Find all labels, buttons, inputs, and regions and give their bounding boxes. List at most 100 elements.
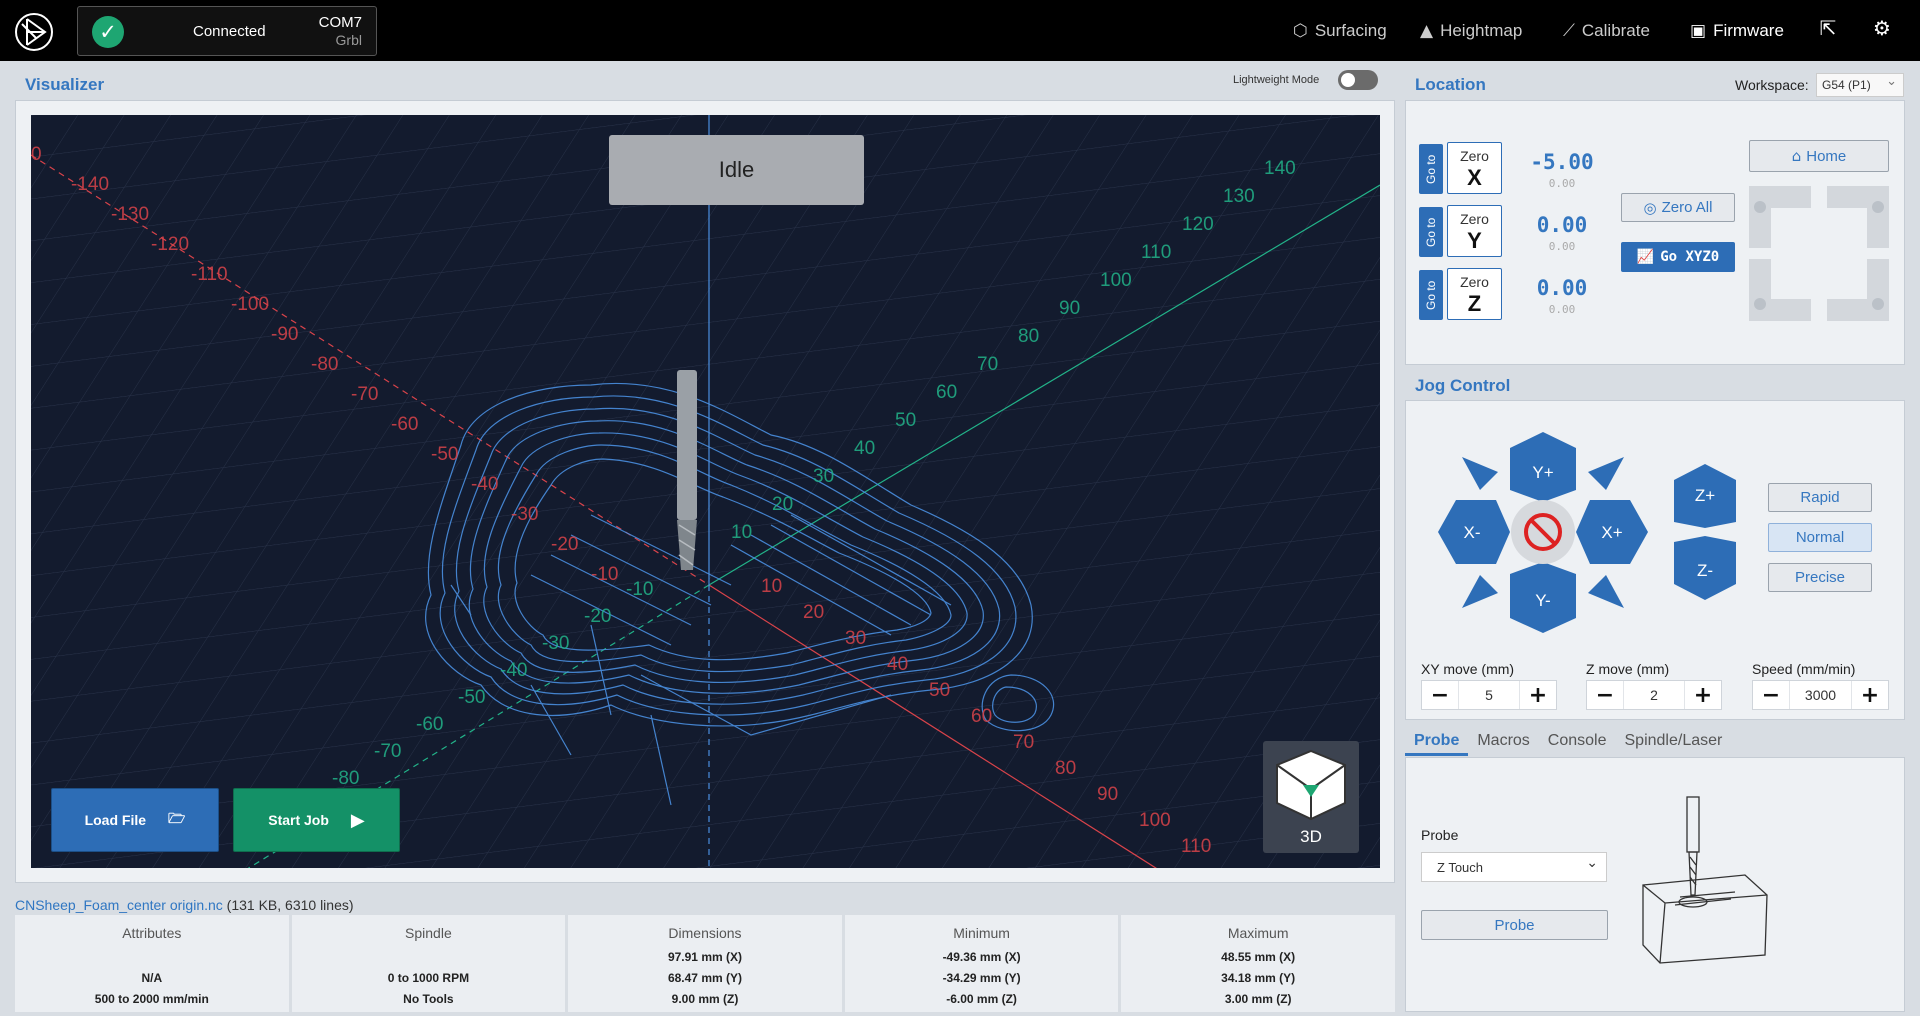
lightweight-mode-label: Lightweight Mode xyxy=(1233,74,1320,86)
nav-surfacing[interactable]: ⬡ Surfacing xyxy=(1293,0,1387,61)
stat-maximum: Maximum 48.55 mm (X) 34.18 mm (Y) 3.00 m… xyxy=(1121,915,1395,1012)
tab-spindle-laser[interactable]: Spindle/Laser xyxy=(1616,730,1732,756)
stat-line: 3.00 mm (Z) xyxy=(1224,992,1292,1006)
jog-z-minus-button[interactable]: Z- xyxy=(1674,536,1736,600)
jog-y-plus-button[interactable]: Y+ xyxy=(1510,432,1576,502)
connection-status: Connected xyxy=(193,23,266,40)
speed-decrement-button[interactable]: − xyxy=(1753,681,1789,709)
speed-value[interactable]: 3000 xyxy=(1789,681,1852,709)
y-axis-tick-label: -40 xyxy=(500,660,527,681)
jog-diag-down-right-button[interactable] xyxy=(1588,575,1624,608)
z-move-stepper[interactable]: − 2 + xyxy=(1586,680,1722,710)
y-axis-tick-label: 110 xyxy=(1141,242,1171,263)
tab-probe[interactable]: Probe xyxy=(1405,730,1469,756)
stat-line xyxy=(292,947,566,968)
z-move-value[interactable]: 2 xyxy=(1623,681,1685,709)
zero-z-button[interactable]: Zero Z xyxy=(1447,268,1502,320)
goto-z-button[interactable]: Go to xyxy=(1419,270,1443,320)
zero-y-button[interactable]: Zero Y xyxy=(1447,205,1502,257)
nav-heightmap[interactable]: ▲ Heightmap xyxy=(1420,0,1522,61)
speed-stepper[interactable]: − 3000 + xyxy=(1752,680,1889,710)
y-work-position: 0.00 xyxy=(1536,213,1588,237)
connection-widget[interactable]: ✓ Connected COM7 Grbl xyxy=(77,6,377,56)
tab-console[interactable]: Console xyxy=(1539,730,1616,756)
app-logo-icon[interactable] xyxy=(14,12,54,52)
zero-x-button[interactable]: Zero X xyxy=(1447,142,1502,194)
gear-icon[interactable]: ⚙ xyxy=(1868,16,1896,44)
go-xyz0-label: Go XYZ0 xyxy=(1660,249,1720,265)
y-axis-tick-label: 90 xyxy=(1059,298,1080,319)
x-axis-tick-label: 70 xyxy=(1013,732,1034,753)
jog-diag-up-left-button[interactable] xyxy=(1462,457,1498,490)
z-machine-position: 0.00 xyxy=(1548,303,1576,316)
x-axis-tick-label: -40 xyxy=(471,474,498,495)
view-cube-icon xyxy=(1276,749,1346,821)
axis-row-z: Go to Zero Z 0.00 0.00 xyxy=(1419,266,1619,321)
xy-decrement-button[interactable]: − xyxy=(1422,681,1458,709)
y-machine-position: 0.00 xyxy=(1548,240,1576,253)
jog-x-plus-button[interactable]: X+ > xyxy=(1576,500,1648,564)
stat-line: 9.00 mm (Z) xyxy=(671,992,739,1006)
home-button[interactable]: ⌂ Home xyxy=(1749,140,1889,172)
go-xyz0-button[interactable]: 📈 Go XYZ0 xyxy=(1621,242,1735,272)
go-corner-top-right-button[interactable] xyxy=(1827,186,1889,248)
home-icon: ⌂ xyxy=(1791,147,1802,165)
target-icon: ◎ xyxy=(1643,198,1657,217)
go-corner-top-left-button[interactable] xyxy=(1749,186,1811,248)
x-axis-tick-label: -140 xyxy=(71,174,109,195)
speed-increment-button[interactable]: + xyxy=(1852,681,1888,709)
firmware-icon: ▣ xyxy=(1690,20,1707,41)
x-axis-tick-label: -20 xyxy=(551,534,578,555)
tab-macros[interactable]: Macros xyxy=(1468,730,1538,756)
stat-header: Minimum xyxy=(953,925,1010,941)
stop-jog-button[interactable] xyxy=(1511,500,1575,564)
speed-precise-button[interactable]: Precise xyxy=(1768,563,1872,592)
speed-rapid-button[interactable]: Rapid xyxy=(1768,483,1872,512)
z-increment-button[interactable]: + xyxy=(1685,681,1721,709)
xy-move-stepper[interactable]: − 5 + xyxy=(1421,680,1557,710)
workspace-select[interactable]: G54 (P1) xyxy=(1816,73,1904,97)
start-job-label: Start Job xyxy=(268,812,329,828)
jog-y-plus-label: Y+ xyxy=(1532,463,1553,482)
xy-move-value[interactable]: 5 xyxy=(1458,681,1520,709)
export-icon[interactable]: ⇱ xyxy=(1814,16,1842,44)
visualizer-canvas[interactable]: 0 -140 -130 -120 -110 -100 -90 -80 -70 -60 -50 -40-… xyxy=(31,115,1380,868)
nav-calibrate[interactable]: ⟋ Calibrate xyxy=(1563,0,1650,61)
zero-all-button[interactable]: ◎ Zero All xyxy=(1621,193,1735,222)
lightweight-mode-toggle[interactable] xyxy=(1338,70,1378,90)
play-icon: ▶ xyxy=(350,809,365,831)
x-axis-tick-label: 20 xyxy=(803,602,824,623)
goto-y-button[interactable]: Go to xyxy=(1419,207,1443,257)
jog-x-minus-button[interactable]: X- xyxy=(1438,500,1510,564)
probe-button[interactable]: Probe xyxy=(1421,910,1608,940)
tool-tabs: Probe Macros Console Spindle/Laser xyxy=(1405,730,1731,756)
jog-diag-up-right-button[interactable] xyxy=(1588,457,1624,490)
jog-y-minus-button[interactable]: Y- xyxy=(1510,562,1576,633)
jog-z-plus-label: Z+ xyxy=(1695,486,1715,505)
stat-line: 48.55 mm (X) xyxy=(1221,950,1296,964)
visualizer-title: Visualizer xyxy=(25,75,105,94)
calibrate-icon: ⟋ xyxy=(1563,20,1575,41)
probe-type-select[interactable]: Z Touch xyxy=(1421,852,1607,882)
file-name-link[interactable]: CNSheep_Foam_center origin.nc xyxy=(15,897,223,913)
y-axis-tick-label: -60 xyxy=(416,714,443,735)
axis-row-y: Go to Zero Y 0.00 0.00 xyxy=(1419,203,1619,258)
axis-letter: Z xyxy=(1467,291,1482,316)
nav-firmware[interactable]: ▣ Firmware xyxy=(1690,0,1784,61)
stat-line: -49.36 mm (X) xyxy=(942,950,1021,964)
go-corner-bottom-left-button[interactable] xyxy=(1749,259,1811,321)
stat-minimum: Minimum -49.36 mm (X) -34.29 mm (Y) -6.0… xyxy=(844,915,1119,1012)
stat-line: -34.29 mm (Y) xyxy=(942,971,1021,985)
jog-z-plus-button[interactable]: Z+ xyxy=(1674,464,1736,528)
load-file-button[interactable]: Load File 🗁 xyxy=(51,788,219,852)
x-axis-tick-label: -130 xyxy=(111,204,149,225)
jog-diag-down-left-button[interactable] xyxy=(1462,575,1498,608)
speed-normal-button[interactable]: Normal xyxy=(1768,523,1872,552)
z-decrement-button[interactable]: − xyxy=(1587,681,1623,709)
start-job-button[interactable]: Start Job ▶ xyxy=(233,788,400,852)
connected-check-icon: ✓ xyxy=(92,16,124,48)
goto-x-button[interactable]: Go to xyxy=(1419,144,1443,194)
go-corner-bottom-right-button[interactable] xyxy=(1827,259,1889,321)
xy-increment-button[interactable]: + xyxy=(1520,681,1556,709)
view-cube-button[interactable]: 3D xyxy=(1263,741,1359,853)
